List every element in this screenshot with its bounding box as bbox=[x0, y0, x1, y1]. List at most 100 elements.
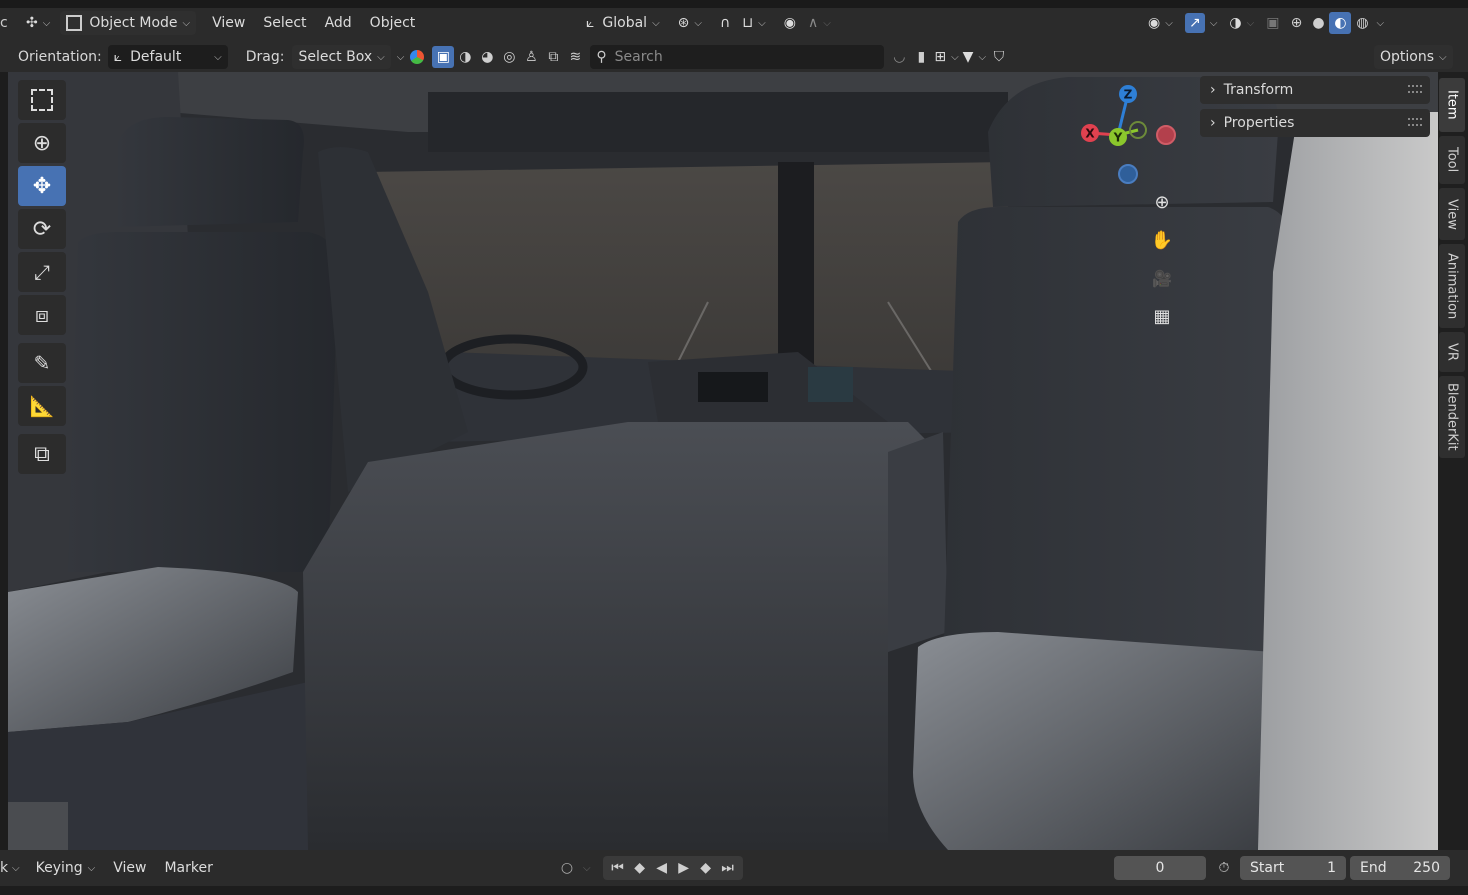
filter-dropdown[interactable]: ▼ ⌵ bbox=[961, 45, 988, 69]
start-frame-field[interactable]: Start 1 bbox=[1240, 856, 1346, 880]
drag-dropdown[interactable]: Select Box ⌵ bbox=[292, 45, 391, 69]
chevron-down-icon: ⌵ bbox=[652, 17, 660, 29]
bookmark-icon[interactable]: ▮ bbox=[910, 46, 932, 68]
rendered-shading-icon[interactable]: ◍ bbox=[1351, 12, 1373, 34]
wireframe-shading-icon[interactable]: ⊕ bbox=[1285, 12, 1307, 34]
tab-blenderkit[interactable]: BlenderKit bbox=[1439, 376, 1465, 458]
falloff-curve-icon: ∧ bbox=[807, 15, 819, 31]
play-icon[interactable]: ▶ bbox=[673, 857, 695, 879]
transform-orientation-dropdown[interactable]: ⟀ Global ⌵ bbox=[580, 11, 666, 35]
timeline-ruler[interactable] bbox=[0, 886, 1468, 895]
tab-vr[interactable]: VR bbox=[1439, 332, 1465, 372]
layers-icon[interactable]: ≋ bbox=[564, 46, 586, 68]
tab-view[interactable]: View bbox=[1439, 188, 1465, 240]
pivot-point-dropdown[interactable]: ⊛ ⌵ bbox=[672, 11, 708, 35]
panel-transform[interactable]: › Transform bbox=[1200, 76, 1430, 104]
falloff-dropdown[interactable]: ∧ ⌵ bbox=[802, 11, 837, 35]
measure-ruler-icon: 📐 bbox=[29, 394, 55, 418]
sidebar-tabs: Item Tool View Animation VR BlenderKit bbox=[1438, 72, 1468, 850]
object-type-filter-dropdown[interactable]: ⌵ bbox=[395, 45, 427, 69]
shading-options-dropdown[interactable]: ⌵ bbox=[1373, 11, 1387, 35]
tab-tool[interactable]: Tool bbox=[1439, 136, 1465, 184]
cursor-tool[interactable]: ⊕ bbox=[18, 123, 66, 163]
snap-options-icon[interactable]: ⧉ bbox=[542, 46, 564, 68]
header-left-clip: c bbox=[0, 15, 8, 31]
transform-tool[interactable]: ⧈ bbox=[18, 295, 66, 335]
auto-keying-record-icon[interactable]: ○ bbox=[556, 857, 578, 879]
menu-select[interactable]: Select bbox=[257, 11, 312, 35]
play-reverse-icon[interactable]: ◀ bbox=[651, 857, 673, 879]
ceiling-vent bbox=[428, 92, 1008, 152]
snap-target-dropdown[interactable]: ⊔ ⌵ bbox=[736, 11, 772, 35]
jump-to-end-icon[interactable]: ⏭ bbox=[717, 857, 739, 879]
end-frame-field[interactable]: End 250 bbox=[1350, 856, 1450, 880]
timeline-menu-view[interactable]: View bbox=[107, 856, 152, 880]
select-mode-intersect-icon[interactable]: ♙ bbox=[520, 46, 542, 68]
perspective-toggle-button[interactable]: ▦ bbox=[1146, 300, 1178, 332]
gizmo-neg-x-handle[interactable] bbox=[1156, 125, 1176, 145]
camera-view-button[interactable]: 🎥 bbox=[1146, 262, 1178, 294]
jump-to-keyframe-next-icon[interactable]: ◆ bbox=[695, 857, 717, 879]
menu-object[interactable]: Object bbox=[364, 11, 422, 35]
measure-tool[interactable]: 📐 bbox=[18, 386, 66, 426]
zoom-button[interactable]: ⊕ bbox=[1146, 186, 1178, 218]
scale-tool[interactable]: ⤢ bbox=[18, 252, 66, 292]
3d-viewport[interactable] bbox=[8, 72, 1438, 850]
chevron-down-icon: ⌵ bbox=[396, 51, 405, 63]
orientation-dropdown[interactable]: ⟀ Default ⌵ bbox=[107, 45, 228, 69]
editor-type-button[interactable]: ✣ ⌵ bbox=[20, 11, 56, 35]
overlays-toggle[interactable]: ◑ ⌵ bbox=[1223, 11, 1260, 35]
gizmo-toggle[interactable]: ↗ ⌵ bbox=[1179, 11, 1224, 35]
select-mode-invert-icon[interactable]: ◎ bbox=[498, 46, 520, 68]
move-tool[interactable]: ✥ bbox=[18, 166, 66, 206]
drag-grip-icon[interactable] bbox=[1408, 118, 1422, 126]
jump-to-keyframe-prev-icon[interactable]: ◆ bbox=[629, 857, 651, 879]
collection-dropdown[interactable]: ⊞ ⌵ bbox=[932, 45, 960, 69]
material-preview-shading-icon[interactable]: ◐ bbox=[1329, 12, 1352, 34]
search-box[interactable]: ⚲ Search bbox=[590, 45, 885, 69]
current-frame-field[interactable]: 0 bbox=[1114, 856, 1206, 880]
shield-icon[interactable]: ⛉ bbox=[988, 46, 1010, 68]
search-placeholder: Search bbox=[614, 49, 663, 65]
jump-to-start-icon[interactable]: ⏮ bbox=[607, 857, 629, 879]
mode-dropdown[interactable]: Object Mode ⌵ bbox=[60, 11, 197, 35]
navigation-gizmo[interactable]: Z X Y bbox=[1070, 80, 1190, 190]
panel-properties[interactable]: › Properties bbox=[1200, 109, 1430, 137]
proportional-edit-toggle[interactable]: ◉ bbox=[778, 11, 802, 35]
tab-animation[interactable]: Animation bbox=[1439, 244, 1465, 328]
gizmo-neg-z-handle[interactable] bbox=[1118, 164, 1138, 184]
console-display bbox=[808, 367, 853, 402]
filter-toggle-icon[interactable]: ◡ bbox=[888, 46, 910, 68]
rotate-tool[interactable]: ⟳ bbox=[18, 209, 66, 249]
add-cube-tool[interactable]: ⧉ bbox=[18, 434, 66, 474]
collection-icon: ⊞ bbox=[934, 49, 947, 65]
select-mode-new-icon[interactable]: ▣ bbox=[432, 46, 455, 68]
xray-toggle[interactable]: ▣ bbox=[1260, 11, 1285, 35]
options-dropdown[interactable]: Options ⌵ bbox=[1374, 45, 1453, 69]
select-box-tool[interactable] bbox=[18, 80, 66, 120]
annotate-pencil-icon: ✎ bbox=[33, 351, 51, 375]
tool-settings-header: Orientation: ⟀ Default ⌵ Drag: Select Box… bbox=[0, 42, 1468, 72]
tab-item[interactable]: Item bbox=[1439, 78, 1465, 132]
menu-view[interactable]: View bbox=[206, 11, 251, 35]
funnel-icon: ▼ bbox=[962, 49, 974, 65]
tab-item-label: Item bbox=[1444, 90, 1460, 120]
visibility-dropdown[interactable]: ◉ ⌵ bbox=[1142, 11, 1179, 35]
stopwatch-icon[interactable]: ⏱ bbox=[1213, 857, 1235, 879]
chevron-down-icon[interactable]: ⌵ bbox=[12, 863, 20, 874]
timeline-menu-marker[interactable]: Marker bbox=[158, 856, 218, 880]
chevron-down-icon[interactable]: ⌵ bbox=[583, 863, 591, 874]
snap-toggle[interactable]: ∩ bbox=[714, 11, 736, 35]
keying-dropdown[interactable]: Keying ⌵ bbox=[30, 856, 102, 880]
right-seat-back bbox=[943, 207, 1294, 672]
pan-button[interactable]: ✋ bbox=[1146, 224, 1178, 256]
select-mode-subtract-icon[interactable]: ◕ bbox=[476, 46, 498, 68]
menu-add[interactable]: Add bbox=[319, 11, 358, 35]
select-mode-extend-icon[interactable]: ◑ bbox=[454, 46, 476, 68]
solid-shading-icon[interactable]: ● bbox=[1307, 12, 1329, 34]
keying-label: Keying bbox=[35, 860, 83, 876]
drag-grip-icon[interactable] bbox=[1408, 85, 1422, 93]
transform-icon: ⧈ bbox=[35, 302, 49, 328]
annotate-tool[interactable]: ✎ bbox=[18, 343, 66, 383]
start-label: Start bbox=[1250, 860, 1285, 876]
